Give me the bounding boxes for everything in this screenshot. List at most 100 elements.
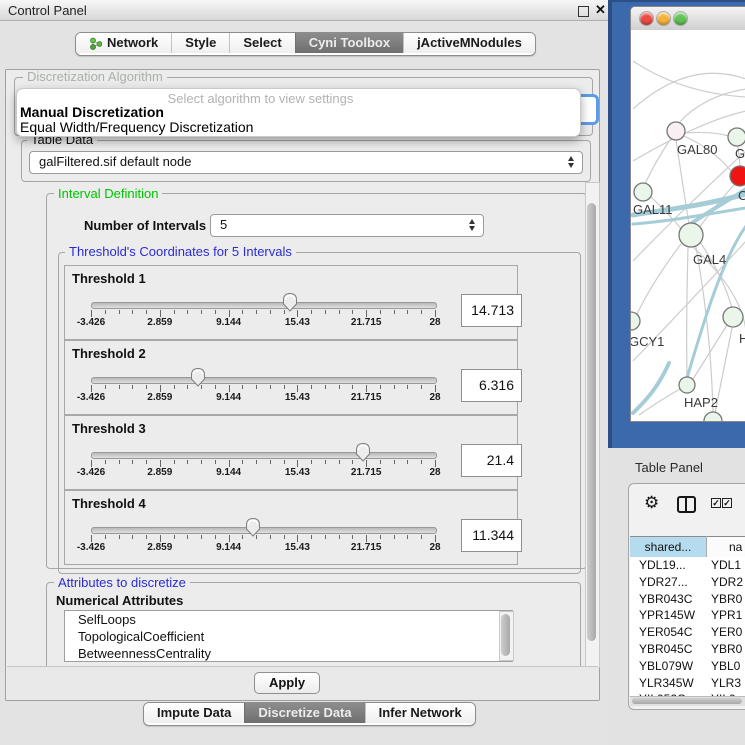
table-row[interactable]: YLR345WYLR3 [630,675,745,692]
algorithm-option-manual[interactable]: Manual Discretization [17,105,580,120]
threshold-value-field[interactable]: 21.4 [461,444,522,477]
threshold-value-field[interactable]: 6.316 [461,369,522,402]
slider-tick [407,535,408,539]
apply-button[interactable]: Apply [254,672,320,694]
network-node-h[interactable] [723,307,743,327]
tab-style[interactable]: Style [171,33,229,53]
mode-tab-infer-network[interactable]: Infer Network [365,703,475,723]
slider-tick [407,460,408,464]
table-row[interactable]: YER054CYER0 [630,624,745,641]
tab-select[interactable]: Select [229,33,294,53]
threshold-slider-track[interactable] [91,377,437,384]
number-of-intervals-combobox[interactable]: 5 [210,214,484,237]
network-node-label: GCY1 [631,334,664,349]
settings-scrollbar-thumb[interactable] [587,203,596,641]
slider-tick [435,535,436,542]
slider-tick [242,310,243,314]
mode-tab-impute-data[interactable]: Impute Data [144,703,244,723]
table-row[interactable]: YDL19...YDL1 [630,557,745,574]
checkbox-icon[interactable]: ✓ [722,498,732,508]
cell-name: YPR1 [711,608,742,622]
network-node-gal11[interactable] [634,183,652,201]
mode-tab-label: Infer Network [379,703,462,723]
threshold-slider-thumb[interactable] [190,367,206,387]
slider-tick-label: 9.144 [216,392,241,403]
network-node-gcy1[interactable] [631,312,640,330]
slider-tick-label: 28 [429,392,440,403]
slider-tick [146,535,147,539]
threshold-slider-track[interactable] [91,452,437,459]
slider-tick-label: -3.426 [77,317,105,328]
slider-tick [325,535,326,539]
slider-tick [325,310,326,314]
table-data-combobox[interactable]: galFiltered.sif default node [29,151,583,174]
checkbox-icon[interactable]: ✓ [711,498,721,508]
slider-tick [174,460,175,464]
threshold-slider-thumb[interactable] [355,442,371,462]
minimize-window-icon[interactable] [657,12,670,25]
table-row[interactable]: YPR145W YPR1 [630,607,745,624]
column-header-shared-name[interactable]: shared... [630,536,707,558]
network-node-gal4[interactable] [679,223,703,247]
table-panel-body: ⚙ ✓ ✓ shared... na YDL19...YDL1YDR27...Y… [628,483,745,710]
slider-tick [421,460,422,464]
settings-scrollbar[interactable] [585,182,600,668]
numerical-attributes-list: SelfLoopsTopologicalCoefficientBetweenne… [64,610,513,662]
threshold-value-field[interactable]: 14.713 [461,294,522,327]
tab-network[interactable]: Network [76,33,171,53]
tab-label: Network [107,33,158,53]
threshold-slider-track[interactable] [91,527,437,534]
tab-cyni-toolbox[interactable]: Cyni Toolbox [295,33,403,53]
network-canvas[interactable]: GAL80GACGAL11GAL4GCY1HHAP2 [631,30,745,421]
mode-tab-discretize-data[interactable]: Discretize Data [244,703,364,723]
network-window: GAL80GACGAL11GAL4GCY1HHAP2 [630,6,745,422]
algorithm-dropdown-popup: Select algorithm to view settings Manual… [16,88,581,137]
close-window-icon[interactable] [640,12,653,25]
network-node[interactable] [704,412,722,421]
slider-tick [201,460,202,464]
slider-tick [339,310,340,314]
network-node-hap2[interactable] [679,377,695,393]
attribute-item-betweennesscentrality[interactable]: BetweennessCentrality [65,645,512,662]
slider-tick [229,310,230,317]
network-edge [685,132,729,136]
attributes-scrollbar-thumb[interactable] [501,614,510,656]
cell-shared-name: YPR145W [639,608,695,622]
zoom-window-icon[interactable] [674,12,687,25]
table-row[interactable]: YBL079WYBL0 [630,658,745,675]
slider-tick [297,460,298,467]
slider-tick [187,310,188,314]
table-row[interactable]: YDR27...YDR2 [630,574,745,591]
slider-tick [270,310,271,314]
threshold-slider-track[interactable] [91,302,437,309]
network-node-ga[interactable] [728,128,745,146]
table-horizontal-scrollbar[interactable] [630,696,745,706]
network-node-c[interactable] [730,166,745,186]
slider-tick-label: 2.859 [147,467,172,478]
settings-gear-icon[interactable]: ⚙ [644,493,659,513]
attribute-item-topologicalcoefficient[interactable]: TopologicalCoefficient [65,628,512,645]
slider-tick [105,310,106,314]
network-node-label: GAL4 [693,252,726,267]
table-scrollbar-thumb[interactable] [632,698,742,704]
tab-jactivemnodules[interactable]: jActiveMNodules [403,33,535,53]
threshold-value-field[interactable]: 11.344 [461,519,522,552]
close-panel-icon[interactable]: ✕ [595,2,606,18]
threshold-slider-thumb[interactable] [282,292,298,312]
network-window-titlebar[interactable] [631,7,745,31]
columns-icon[interactable] [677,496,696,513]
table-row[interactable]: YBR043CYBR0 [630,591,745,608]
tab-label: Cyni Toolbox [309,33,390,53]
float-window-icon[interactable] [578,6,589,17]
attribute-item-selfloops[interactable]: SelfLoops [65,611,512,628]
network-node-gal80[interactable] [667,122,685,140]
column-header-name[interactable]: na [707,536,745,558]
algorithm-option-equal-width[interactable]: Equal Width/Frequency Discretization [17,120,580,135]
apply-strip: Apply [7,666,598,700]
threshold-slider-thumb[interactable] [245,517,261,537]
table-data-value: galFiltered.sif default node [39,152,191,173]
attributes-list-scrollbar[interactable] [499,611,514,661]
threshold-panel-3: Threshold 3-3.4262.8599.14415.4321.71528… [64,415,518,490]
table-row[interactable]: YBR045CYBR0 [630,641,745,658]
slider-tick [284,535,285,539]
